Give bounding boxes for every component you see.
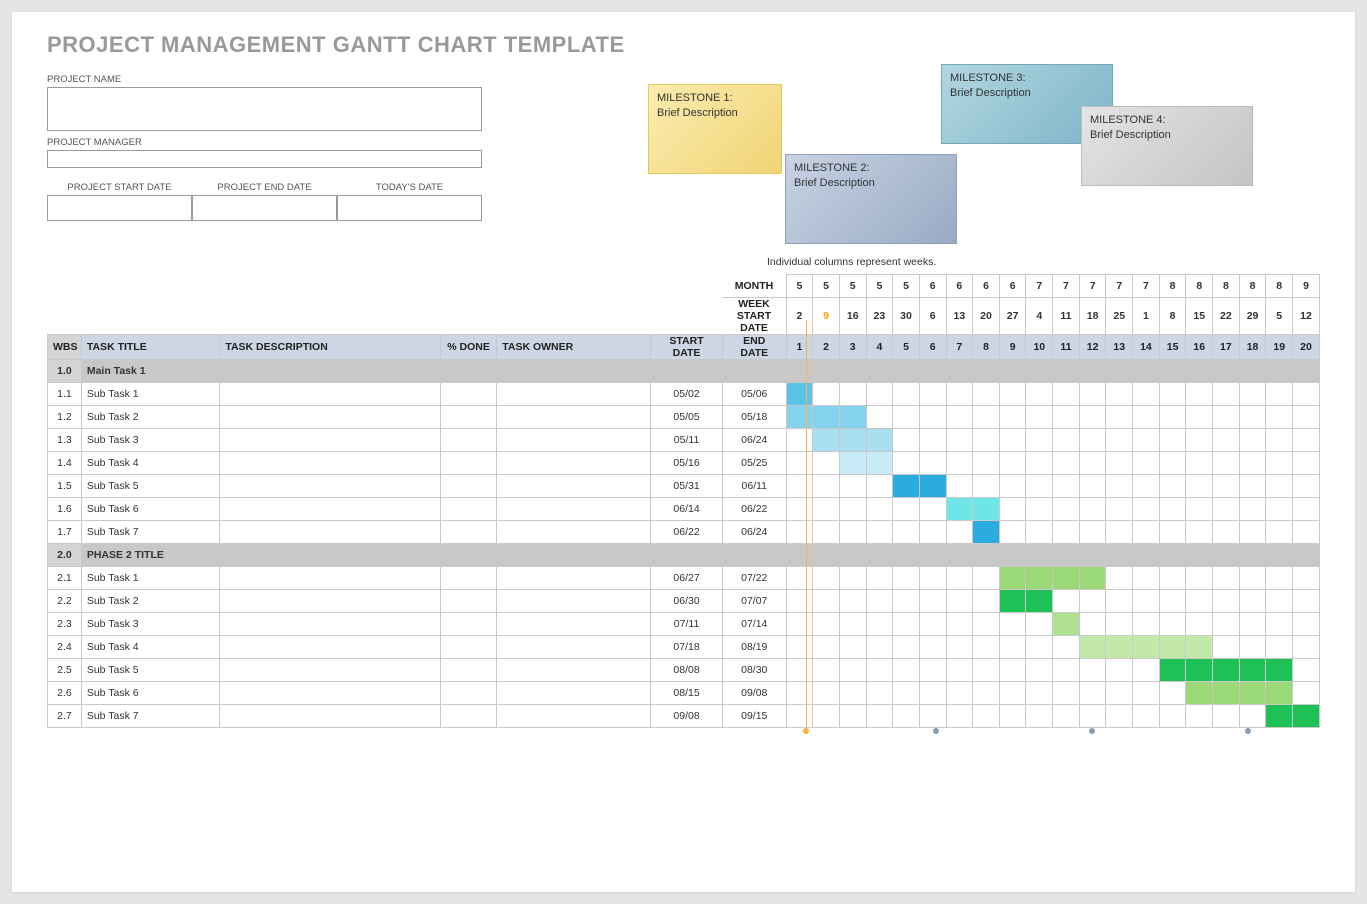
today-line <box>806 320 807 728</box>
task-row: 2.1Sub Task 106/2707/22 <box>48 567 1320 590</box>
gantt-bar <box>1186 659 1212 681</box>
task-row: 1.3Sub Task 305/1106/24 <box>48 429 1320 452</box>
meta-panel: PROJECT NAME PROJECT MANAGER PROJECT STA… <box>47 64 497 274</box>
milestone-4[interactable]: MILESTONE 4:Brief Description <box>1081 106 1253 186</box>
start-date-input[interactable] <box>47 195 192 221</box>
top-area: PROJECT NAME PROJECT MANAGER PROJECT STA… <box>47 64 1320 274</box>
task-row: 2.4Sub Task 407/1808/19 <box>48 636 1320 659</box>
project-manager-input[interactable] <box>47 150 482 168</box>
gantt-bar <box>1160 659 1186 681</box>
label-project-name: PROJECT NAME <box>47 74 497 85</box>
gantt-bar <box>973 521 999 543</box>
gantt-bar <box>787 406 813 428</box>
gantt-bar <box>840 429 866 451</box>
gantt-bar <box>1186 636 1212 658</box>
project-name-input[interactable] <box>47 87 482 131</box>
end-date-input[interactable] <box>192 195 337 221</box>
task-row: 1.1Sub Task 105/0205/06 <box>48 383 1320 406</box>
task-row: 1.7Sub Task 706/2206/24 <box>48 521 1320 544</box>
gantt-bar <box>840 406 866 428</box>
date-row: PROJECT START DATE PROJECT END DATE TODA… <box>47 182 497 221</box>
milestone-dot <box>933 728 939 734</box>
todays-date-input[interactable] <box>337 195 482 221</box>
gantt-bar <box>867 452 893 474</box>
gantt-bar <box>1266 682 1292 704</box>
gantt-bar <box>1293 705 1319 727</box>
gantt-table: MONTH55555666677777888889WEEK START DATE… <box>47 274 1320 728</box>
milestone-2[interactable]: MILESTONE 2:Brief Description <box>785 154 957 244</box>
gantt-bar <box>1266 659 1292 681</box>
group-row: 1.0Main Task 1 <box>48 360 1320 383</box>
gantt-bar <box>1026 567 1052 589</box>
gantt-bar <box>1160 636 1186 658</box>
gantt-bar <box>1240 682 1266 704</box>
task-row: 1.5Sub Task 505/3106/11 <box>48 475 1320 498</box>
gantt-bar <box>1000 590 1026 612</box>
today-dot <box>803 728 809 734</box>
gantt-bar <box>1000 567 1026 589</box>
gantt-bar <box>1080 567 1106 589</box>
gantt-bar <box>947 498 973 520</box>
gantt-bar <box>973 498 999 520</box>
page: PROJECT MANAGEMENT GANTT CHART TEMPLATE … <box>12 12 1355 892</box>
group-row: 2.0PHASE 2 TITLE <box>48 544 1320 567</box>
gantt-bar <box>1053 567 1079 589</box>
task-row: 1.2Sub Task 205/0505/18 <box>48 406 1320 429</box>
label-project-manager: PROJECT MANAGER <box>47 137 497 148</box>
gantt-bar <box>840 452 866 474</box>
gantt-bar <box>1213 682 1239 704</box>
gantt-grid: MONTH55555666677777888889WEEK START DATE… <box>47 274 1320 728</box>
gantt-bar <box>787 383 813 405</box>
task-row: 2.2Sub Task 206/3007/07 <box>48 590 1320 613</box>
gantt-bar <box>1080 636 1106 658</box>
milestone-dot <box>1245 728 1251 734</box>
gantt-bar <box>1266 705 1292 727</box>
task-row: 1.6Sub Task 606/1406/22 <box>48 498 1320 521</box>
page-title: PROJECT MANAGEMENT GANTT CHART TEMPLATE <box>47 32 1320 58</box>
task-row: 2.6Sub Task 608/1509/08 <box>48 682 1320 705</box>
task-row: 2.7Sub Task 709/0809/15 <box>48 705 1320 728</box>
gantt-bar <box>1213 659 1239 681</box>
task-row: 2.3Sub Task 307/1107/14 <box>48 613 1320 636</box>
milestones-panel: MILESTONE 1:Brief Description MILESTONE … <box>497 64 1320 274</box>
gantt-bar <box>813 429 839 451</box>
label-start-date: PROJECT START DATE <box>47 182 192 193</box>
gantt-bar <box>1053 613 1079 635</box>
gantt-bar <box>920 475 946 497</box>
task-row: 2.5Sub Task 508/0808/30 <box>48 659 1320 682</box>
gantt-bar <box>1240 659 1266 681</box>
gantt-bar <box>867 429 893 451</box>
label-end-date: PROJECT END DATE <box>192 182 337 193</box>
label-todays-date: TODAY'S DATE <box>337 182 482 193</box>
milestone-dot <box>1089 728 1095 734</box>
milestone-1[interactable]: MILESTONE 1:Brief Description <box>648 84 782 174</box>
gantt-bar <box>1133 636 1159 658</box>
task-row: 1.4Sub Task 405/1605/25 <box>48 452 1320 475</box>
gantt-bar <box>1106 636 1132 658</box>
gantt-bar <box>893 475 919 497</box>
gantt-bar <box>1026 590 1052 612</box>
gantt-bar <box>1186 682 1212 704</box>
weeks-note: Individual columns represent weeks. <box>767 256 936 268</box>
gantt-bar <box>813 406 839 428</box>
